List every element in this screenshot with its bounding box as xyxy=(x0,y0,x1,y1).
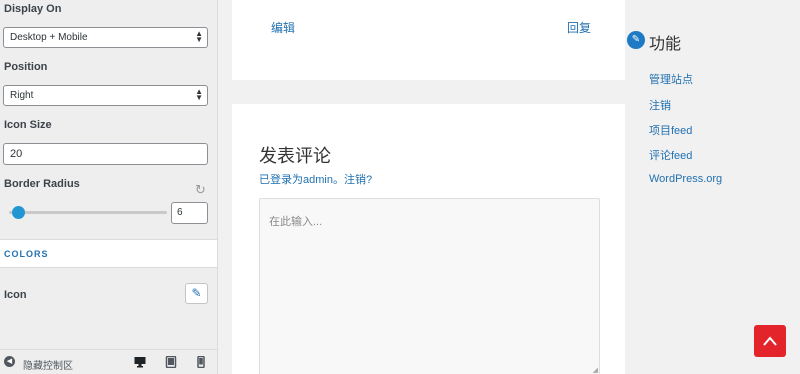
reset-icon[interactable]: ↻ xyxy=(195,183,206,196)
tablet-icon[interactable] xyxy=(165,356,177,368)
comment-placeholder: 在此输入... xyxy=(269,216,323,228)
comment-form-card: 发表评论 已登录为admin。注销? 在此输入... ◢ xyxy=(232,104,625,374)
border-radius-slider[interactable] xyxy=(9,211,167,214)
customizer-panel: Display On Desktop + Mobile ▲ ▼ Position … xyxy=(0,0,218,374)
meta-link-wordpress[interactable]: WordPress.org xyxy=(649,173,722,185)
meta-link-logout[interactable]: 注销 xyxy=(649,97,671,113)
logged-in-link[interactable]: 已登录为admin。注销? xyxy=(259,171,372,187)
pencil-icon: ✎ xyxy=(191,286,202,300)
collapse-icon[interactable]: ◀ xyxy=(4,356,15,367)
customizer-footer: ◀ 隐藏控制区 xyxy=(0,349,217,374)
icon-color-button[interactable]: ✎ xyxy=(185,283,208,304)
border-radius-input[interactable]: 6 xyxy=(171,202,208,224)
comment-textarea[interactable]: 在此输入... ◢ xyxy=(259,198,600,374)
chevron-up-icon xyxy=(763,336,777,346)
position-value: Right xyxy=(10,90,34,101)
collapse-label[interactable]: 隐藏控制区 xyxy=(23,357,73,372)
colors-section: COLORS xyxy=(0,239,217,268)
mobile-icon[interactable] xyxy=(195,356,207,368)
select-arrows-icon: ▲ ▼ xyxy=(195,29,203,44)
slider-handle[interactable] xyxy=(11,206,25,219)
reply-link[interactable]: 回复 xyxy=(567,19,591,36)
colors-heading: COLORS xyxy=(4,249,49,259)
comment-card: 编辑 回复 xyxy=(232,0,625,80)
pencil-icon: ✎ xyxy=(627,31,645,49)
scroll-to-top-button[interactable] xyxy=(754,325,786,357)
position-select[interactable]: Right ▲ ▼ xyxy=(3,85,208,106)
desktop-icon[interactable] xyxy=(134,356,146,368)
meta-link-admin[interactable]: 管理站点 xyxy=(649,71,693,87)
position-label: Position xyxy=(4,61,48,73)
select-arrows-icon: ▲ ▼ xyxy=(195,87,203,102)
display-on-value: Desktop + Mobile xyxy=(10,32,88,43)
widget-title: 功能 xyxy=(649,36,682,53)
reply-title: 发表评论 xyxy=(259,146,331,166)
icon-size-label: Icon Size xyxy=(4,119,52,131)
display-on-select[interactable]: Desktop + Mobile ▲ ▼ xyxy=(3,27,208,48)
display-on-label: Display On xyxy=(4,3,62,15)
meta-link-entries-feed[interactable]: 项目feed xyxy=(649,122,692,138)
edit-link[interactable]: 编辑 xyxy=(271,19,295,36)
border-radius-label: Border Radius xyxy=(4,178,80,190)
resize-grip-icon[interactable]: ◢ xyxy=(593,366,598,374)
site-preview: 编辑 回复 发表评论 已登录为admin。注销? 在此输入... ◢ ✎ 功能 … xyxy=(218,0,800,374)
meta-link-comments-feed[interactable]: 评论feed xyxy=(649,147,692,163)
icon-size-input[interactable]: 20 xyxy=(3,143,208,165)
icon-color-label: Icon xyxy=(4,289,27,301)
